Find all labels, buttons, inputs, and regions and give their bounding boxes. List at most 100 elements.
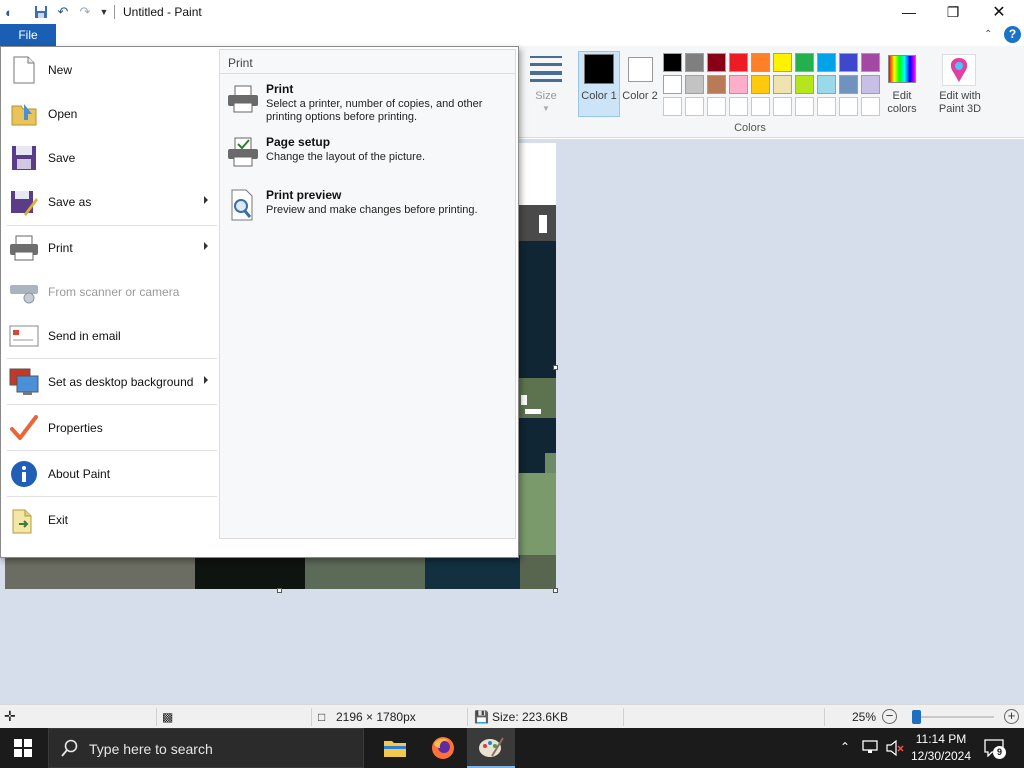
paint-app-icon[interactable]: ◐ [0,3,18,21]
volume-muted-icon[interactable] [886,739,904,757]
zoom-slider-thumb[interactable] [912,710,921,724]
palette-swatch[interactable] [795,75,814,94]
resize-handle-corner[interactable] [553,588,558,593]
save-disk-icon [8,142,40,174]
maximize-button[interactable]: ❐ [930,0,976,24]
palette-swatch[interactable] [685,53,704,72]
color2-label: Color 2 [622,90,658,102]
file-explorer-icon[interactable] [371,728,419,768]
help-icon[interactable]: ? [1004,26,1021,43]
palette-swatch[interactable] [861,53,880,72]
menu-item-print[interactable]: Print [2,227,217,269]
palette-swatch[interactable] [663,53,682,72]
menu-separator [7,496,217,497]
file-tab[interactable]: File [0,24,56,46]
file-menu-commands: New Open Save Save as Print From scanner… [1,47,218,559]
color1-swatch [584,54,614,84]
resize-handle-bottom[interactable] [277,588,282,593]
paint3d-icon[interactable] [942,54,976,86]
palette-custom-swatch[interactable] [663,97,682,116]
notification-center-icon[interactable]: 9 [984,739,1006,759]
edit-with-paint3d-label[interactable]: Edit with Paint 3D [934,90,986,116]
clock-date[interactable]: 12/30/2024 [908,749,974,763]
submenu-item-print-preview[interactable]: Print preview Preview and make changes b… [226,188,511,234]
resize-handle-right[interactable] [553,365,558,370]
show-hidden-icons-chevron-icon[interactable]: ⌃ [840,740,850,754]
customize-toolbar-chevron-down-icon[interactable]: ▼ [95,3,113,21]
print-preview-icon [226,188,260,222]
palette-swatch[interactable] [773,53,792,72]
palette-swatch[interactable] [817,75,836,94]
palette-swatch[interactable] [729,75,748,94]
title-separator [114,5,115,19]
network-icon[interactable] [862,740,878,754]
redo-icon[interactable]: ↷ [76,3,94,21]
paint-taskbar-icon[interactable] [467,728,515,768]
menu-item-save-as[interactable]: Save as [2,181,217,223]
zoom-in-button[interactable]: + [1004,709,1019,724]
menu-separator [7,358,217,359]
palette-custom-swatch[interactable] [707,97,726,116]
palette-swatch[interactable] [817,53,836,72]
colors-group-label: Colors [734,122,766,134]
menu-item-desktop-background[interactable]: Set as desktop background [2,361,217,403]
clock-time[interactable]: 11:14 PM [910,732,972,746]
menu-item-send-email[interactable]: Send in email [2,315,217,357]
firefox-icon[interactable] [419,728,467,768]
palette-custom-swatch[interactable] [839,97,858,116]
palette-custom-swatch[interactable] [795,97,814,116]
desktop-background-submenu-arrow-icon [204,376,208,384]
menu-item-about[interactable]: About Paint [2,453,217,495]
image-dimensions-icon: □ [318,710,326,724]
palette-swatch[interactable] [773,75,792,94]
menu-item-exit[interactable]: Exit [2,499,217,541]
menu-item-open[interactable]: Open [2,93,217,135]
palette-swatch[interactable] [707,75,726,94]
close-button[interactable]: ✕ [976,0,1022,24]
menu-item-from-scanner: From scanner or camera [2,271,217,313]
menu-item-save[interactable]: Save [2,137,217,179]
size-icon[interactable] [530,56,562,82]
color2-button[interactable] [628,57,653,82]
palette-custom-swatch[interactable] [861,97,880,116]
palette-swatch[interactable] [663,75,682,94]
zoom-level: 25% [852,710,877,724]
palette-swatch[interactable] [861,75,880,94]
exit-icon [8,504,40,536]
scanner-icon [8,276,40,308]
save-as-submenu-arrow-icon [204,196,208,204]
edit-colors-icon[interactable] [888,55,916,83]
palette-swatch[interactable] [839,53,858,72]
palette-swatch[interactable] [795,53,814,72]
palette-custom-swatch[interactable] [729,97,748,116]
desktop-icon [8,366,40,398]
zoom-out-button[interactable]: − [882,709,897,724]
cursor-position-icon: ✛ [4,708,16,724]
palette-swatch[interactable] [685,75,704,94]
palette-custom-swatch[interactable] [751,97,770,116]
menu-item-properties[interactable]: Properties [2,407,217,449]
zoom-slider-track[interactable] [912,716,994,718]
submenu-item-print[interactable]: Print Select a printer, number of copies… [226,82,511,128]
undo-icon[interactable]: ↶ [54,3,72,21]
taskbar-search-box[interactable]: Type here to search [48,728,364,768]
ribbon-collapse-chevron-icon[interactable]: ⌃ [984,29,992,40]
palette-swatch[interactable] [839,75,858,94]
edit-colors-label[interactable]: Edit colors [880,90,924,116]
ribbon-tab-strip: ⌃ ? [0,24,1024,46]
palette-swatch[interactable] [751,75,770,94]
title-bar: ◐ ↶ ↷ ▼ Untitled - Paint — ❐ ✕ [0,0,1024,24]
menu-item-new[interactable]: New [2,49,217,91]
save-icon[interactable] [32,3,50,21]
palette-custom-swatch[interactable] [773,97,792,116]
palette-swatch[interactable] [707,53,726,72]
submenu-item-page-setup[interactable]: Page setup Change the layout of the pict… [226,135,511,181]
checkmark-icon [8,412,40,444]
minimize-button[interactable]: — [886,0,932,24]
info-icon [8,458,40,490]
palette-swatch[interactable] [751,53,770,72]
palette-custom-swatch[interactable] [817,97,836,116]
palette-swatch[interactable] [729,53,748,72]
palette-custom-swatch[interactable] [685,97,704,116]
windows-start-icon[interactable] [14,739,32,757]
